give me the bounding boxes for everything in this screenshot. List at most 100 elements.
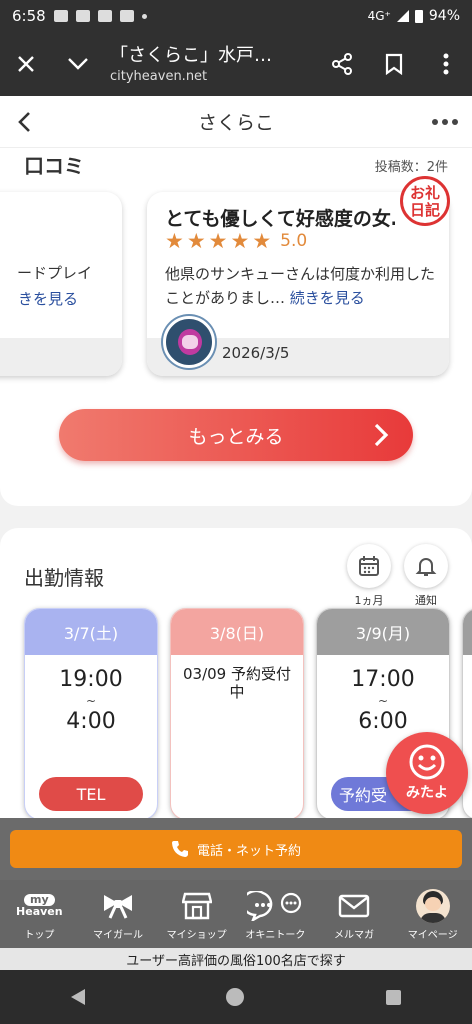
calendar-label: 1ヵ月 [354,594,384,607]
app-icon [97,10,112,22]
notify-button[interactable] [404,544,448,588]
browser-title-area[interactable]: 「さくらこ」水戸… cityheaven.net [104,45,316,84]
battery-percent: 94% [428,8,460,24]
close-icon [18,56,34,72]
nav-okini-talk[interactable]: オキニトーク [236,880,315,948]
notify-label: 通知 [415,594,437,607]
user-avatar [415,889,450,923]
nav-top[interactable]: my Heaven トップ [0,880,79,948]
page-more-button[interactable] [428,108,462,136]
tab-title: 「さくらこ」水戸… [110,44,272,66]
back-button[interactable] [10,108,38,136]
page-title: さくらこ [197,112,274,134]
nav-my-shop[interactable]: マイショップ [157,880,236,948]
status-bar: 6:58 4G⁺ 94% [0,0,472,32]
ribbon-icon [104,895,132,919]
chat-icon [247,891,302,921]
more-reviews-button[interactable]: もっとみる [59,409,413,461]
nav-my-page[interactable]: マイページ [393,880,472,948]
mitayo-button[interactable]: みたよ [386,732,468,814]
review-card[interactable]: とても優しくて好感度の女… ★ ★ ★ ★ ★ 5.0 他県のサンキューさんは何… [147,192,449,376]
chevron-down-icon [68,58,88,70]
mitayo-label: みたよ [406,785,448,801]
bookmark-icon [385,53,403,75]
bookmark-button[interactable] [368,32,420,96]
network-label: 4G⁺ [367,9,391,23]
nav-label: マイページ [407,930,458,941]
reserve-button[interactable]: 電話・ネット予約 [10,830,462,868]
thank-you-diary-stamp: お礼日記 [400,176,450,226]
star-icon: ★ [208,229,228,253]
signal-icon [396,10,409,22]
nav-my-girl[interactable]: マイガール [79,880,158,948]
nav-label: メルマガ [334,930,375,941]
schedule-note: 03/09 予約受付中 [183,665,291,701]
dot-icon [432,119,438,125]
tiktok-icon [75,10,90,22]
tel-button[interactable]: TEL [39,777,143,811]
time-separator: ~ [85,694,97,708]
share-icon [332,53,352,75]
system-home-icon[interactable] [226,988,245,1006]
schedule-day: 3/7(土) 19:00 ~ 4:00 TEL [24,608,158,820]
nav-label: マイガール [93,930,143,941]
end-time: 4:00 [66,709,116,734]
reserve-bar: 電話・ネット予約 [0,818,472,880]
system-recents-icon[interactable] [386,989,402,1005]
game-icon [119,10,134,22]
rating-score: 5.0 [280,231,308,251]
nav-label: トップ [24,930,55,941]
dot-icon [452,119,458,125]
close-tab-button[interactable] [0,32,52,96]
phone-icon [171,841,188,857]
notification-icon [53,10,68,22]
reviewer-avatar [163,316,215,368]
minimize-button[interactable] [52,32,104,96]
review-date: 2026/3/5 [222,344,290,362]
nav-label: オキニトーク [245,930,306,941]
url-text: cityheaven.net [110,68,208,84]
chevron-right-icon [374,423,389,447]
calendar-button[interactable] [347,544,391,588]
review-section-title: 口コミ [24,154,84,178]
shop-icon [181,892,212,920]
nav-mail-magazine[interactable]: メルマガ [315,880,394,948]
star-icon: ★ [252,229,272,253]
review-card-footer [0,338,122,376]
bell-icon [415,558,437,576]
review-card-previous[interactable]: ードプレイ きを見る [0,192,122,376]
promo-banner[interactable]: ユーザー高評価の風俗100名店で探す [0,948,472,970]
start-time: 19:00 [59,667,123,692]
schedule-day: 3/8(日) 03/09 予約受付中 [170,608,304,820]
more-notifications-icon [141,13,147,19]
review-title: とても優しくて好感度の女… [165,208,395,230]
review-body: 他県のサンキューさんは何度か利用したことがありまし… 続きを見る [165,262,435,310]
nav-label: マイショップ [166,930,227,941]
bottom-nav: my Heaven トップ マイガール マイショップ オキニトーク メルマガ マ… [0,880,472,948]
read-more-link[interactable]: きを見る [18,288,78,309]
mail-icon [338,894,370,918]
my-heaven-logo: my Heaven [16,888,63,924]
smile-icon [409,744,445,780]
system-back-icon[interactable] [70,989,85,1005]
star-icon: ★ [165,229,184,253]
share-button[interactable] [316,32,368,96]
more-vert-icon [443,53,449,75]
star-icon: ★ [230,229,250,253]
browser-toolbar: 「さくらこ」水戸… cityheaven.net [0,32,472,96]
post-count: 投稿数：2件 [374,160,448,175]
read-more-link[interactable]: 続きを見る [290,289,365,307]
menu-button[interactable] [420,32,472,96]
star-icon: ★ [186,229,206,253]
start-time: 17:00 [351,667,415,692]
schedule-date: 3/7(土) [25,609,157,655]
chevron-left-icon [18,112,30,132]
more-reviews-label: もっとみる [188,425,284,448]
battery-icon [414,9,423,23]
dot-icon [442,119,448,125]
time-separator: ~ [377,694,389,708]
logo-bottom: Heaven [16,905,63,918]
system-nav-bar [0,970,472,1024]
reserve-button-label: 電話・ネット予約 [196,843,301,859]
rating-stars: ★ ★ ★ ★ ★ 5.0 [165,230,307,252]
